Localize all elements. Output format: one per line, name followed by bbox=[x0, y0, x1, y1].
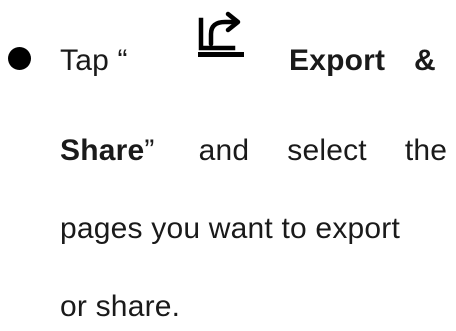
bullet-point bbox=[8, 47, 31, 70]
instruction-line-2: Share” and select the bbox=[60, 136, 447, 166]
ampersand-label: & bbox=[414, 44, 436, 77]
export-label: Export bbox=[289, 44, 386, 77]
word-the: the bbox=[404, 134, 448, 167]
tap-text: Tap “ bbox=[60, 44, 128, 77]
instruction-page: Tap “ Export & Share” and select the pages … bbox=[0, 0, 456, 331]
instruction-line-3: pages you want to export bbox=[60, 212, 401, 245]
word-and: and bbox=[198, 134, 250, 167]
closing-quote: ” bbox=[144, 134, 155, 167]
word-select: select bbox=[287, 134, 367, 167]
share-label: Share bbox=[60, 134, 145, 167]
instruction-line-4: or share. bbox=[60, 290, 181, 323]
export-share-icon bbox=[198, 11, 244, 57]
